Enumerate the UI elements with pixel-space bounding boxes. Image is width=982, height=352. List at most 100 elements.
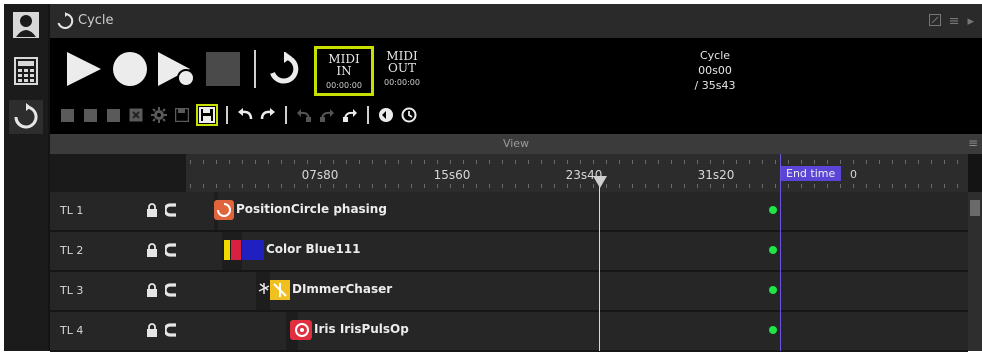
ruler-tick: [450, 184, 451, 188]
track-row[interactable]: TL 1 PositionCircle phasing: [50, 192, 968, 232]
ruler-tick: [879, 184, 880, 188]
ruler-tick: [346, 160, 347, 164]
play-from-start-button[interactable]: [152, 50, 200, 88]
lock-icon[interactable]: [146, 202, 158, 221]
redo-icon[interactable]: [259, 106, 277, 124]
undo-icon[interactable]: [236, 106, 254, 124]
lock-icon[interactable]: [146, 242, 158, 261]
delete-icon[interactable]: [127, 106, 145, 124]
ruler-tick: [957, 184, 958, 188]
dimmer-clip-icon[interactable]: [270, 280, 290, 304]
ruler-tick: [437, 160, 438, 164]
clock-icon[interactable]: [400, 106, 418, 124]
ruler-tick: [580, 184, 581, 188]
ruler-tick: [866, 160, 867, 164]
ruler-tick: [892, 184, 893, 188]
magnet-icon[interactable]: [163, 322, 177, 341]
active-dot: [769, 326, 777, 334]
ruler-tick: [775, 184, 776, 188]
lock-icon[interactable]: [146, 282, 158, 301]
ruler-tick: [697, 184, 698, 188]
ruler-tick: [268, 160, 269, 164]
end-time-marker[interactable]: End time: [780, 166, 842, 181]
color-blue-block[interactable]: [242, 240, 264, 260]
track-sequence-area[interactable]: PositionCircle phasing: [186, 192, 968, 230]
midi-out-button[interactable]: MIDI OUT 00:00:00: [372, 46, 432, 96]
toolbar-separator: [285, 106, 287, 124]
ruler-tick: [684, 184, 685, 188]
color-yellow-block[interactable]: [224, 240, 230, 260]
ruler-tick: [476, 160, 477, 164]
edit-toolbar: [58, 102, 418, 128]
track-row[interactable]: TL 2 Color Blue111: [50, 232, 968, 272]
ruler-tick: [320, 184, 321, 188]
play-button[interactable]: [60, 50, 108, 88]
ruler-tick: [333, 184, 334, 188]
redo-step-icon[interactable]: [318, 106, 336, 124]
ruler-tick: [619, 160, 620, 164]
ruler-tick: [788, 160, 789, 164]
magnet-icon[interactable]: [163, 282, 177, 301]
ruler-tick: [489, 184, 490, 188]
sidebar-user-button[interactable]: [9, 8, 43, 42]
ruler-tick: [593, 160, 594, 164]
magnet-icon[interactable]: [163, 202, 177, 221]
sidebar-calculator-button[interactable]: [9, 54, 43, 88]
ruler-tick: [866, 184, 867, 188]
ruler-tick: [801, 184, 802, 188]
scrollbar-thumb[interactable]: [970, 200, 980, 216]
loop-button[interactable]: [264, 52, 304, 86]
track-row[interactable]: TL 4 Iris IrisPulsOp: [50, 312, 968, 352]
color-red-block[interactable]: [231, 240, 241, 260]
ruler-tick: [190, 184, 191, 188]
lock-icon[interactable]: [146, 322, 158, 341]
record-button[interactable]: [108, 51, 152, 87]
settings-gear-icon[interactable]: [150, 106, 168, 124]
ruler-tick: [463, 184, 464, 188]
midi-in-button[interactable]: MIDI IN 00:00:00: [314, 46, 374, 96]
ruler-tick: [281, 160, 282, 164]
ruler-tick: [632, 160, 633, 164]
undo-step-icon[interactable]: [295, 106, 313, 124]
sidebar-cycle-button[interactable]: [9, 100, 43, 134]
record-icon: [113, 52, 147, 86]
titlebar-controls: ≡ ▸: [928, 14, 974, 30]
copy-icon[interactable]: [81, 106, 99, 124]
playhead-handle[interactable]: [593, 176, 607, 188]
track-sequence-area[interactable]: DImmerChaser: [186, 272, 968, 310]
position-clip-icon[interactable]: [214, 200, 234, 224]
clip-label[interactable]: PositionCircle phasing: [236, 202, 387, 216]
track-name: TL 4: [60, 324, 84, 337]
clip-label[interactable]: Iris IrisPulsOp: [314, 322, 409, 336]
ruler-tick: [671, 160, 672, 164]
save-icon[interactable]: [173, 106, 191, 124]
ruler-tick: [801, 160, 802, 164]
clip-label[interactable]: Color Blue111: [266, 242, 361, 256]
track-sequence-area[interactable]: Iris IrisPulsOp: [186, 312, 968, 350]
window-menu-icon[interactable]: ≡: [949, 14, 960, 30]
ruler-tick: [567, 160, 568, 164]
clip-label[interactable]: DImmerChaser: [292, 282, 392, 296]
ruler-tick: [489, 160, 490, 164]
track-row[interactable]: TL 3 DImmerChaser: [50, 272, 968, 312]
stop-button[interactable]: [200, 51, 246, 87]
window-next-icon[interactable]: ▸: [967, 14, 974, 30]
magnet-icon[interactable]: [163, 242, 177, 261]
ruler-tick: [463, 160, 464, 164]
vertical-scrollbar[interactable]: [968, 192, 982, 351]
cycle-position: 00s00: [698, 64, 732, 77]
save-as-icon[interactable]: [196, 104, 218, 126]
timeline-ruler[interactable]: 07s80 15s60 23s40 31s20 End time 0: [186, 154, 968, 192]
sync-icon[interactable]: [377, 106, 395, 124]
track-sequence-area[interactable]: Color Blue111: [186, 232, 968, 270]
window-resize-icon[interactable]: [928, 14, 941, 30]
ruler-tick: [931, 160, 932, 164]
view-menu-icon[interactable]: ≡: [968, 136, 978, 150]
ruler-tick: [476, 184, 477, 188]
new-sequence-icon[interactable]: [58, 106, 76, 124]
cycle-icon: [14, 103, 38, 129]
ruler-tick: [827, 184, 828, 188]
iris-clip-icon[interactable]: [290, 320, 312, 344]
redo-all-icon[interactable]: [341, 106, 359, 124]
paste-icon[interactable]: [104, 106, 122, 124]
